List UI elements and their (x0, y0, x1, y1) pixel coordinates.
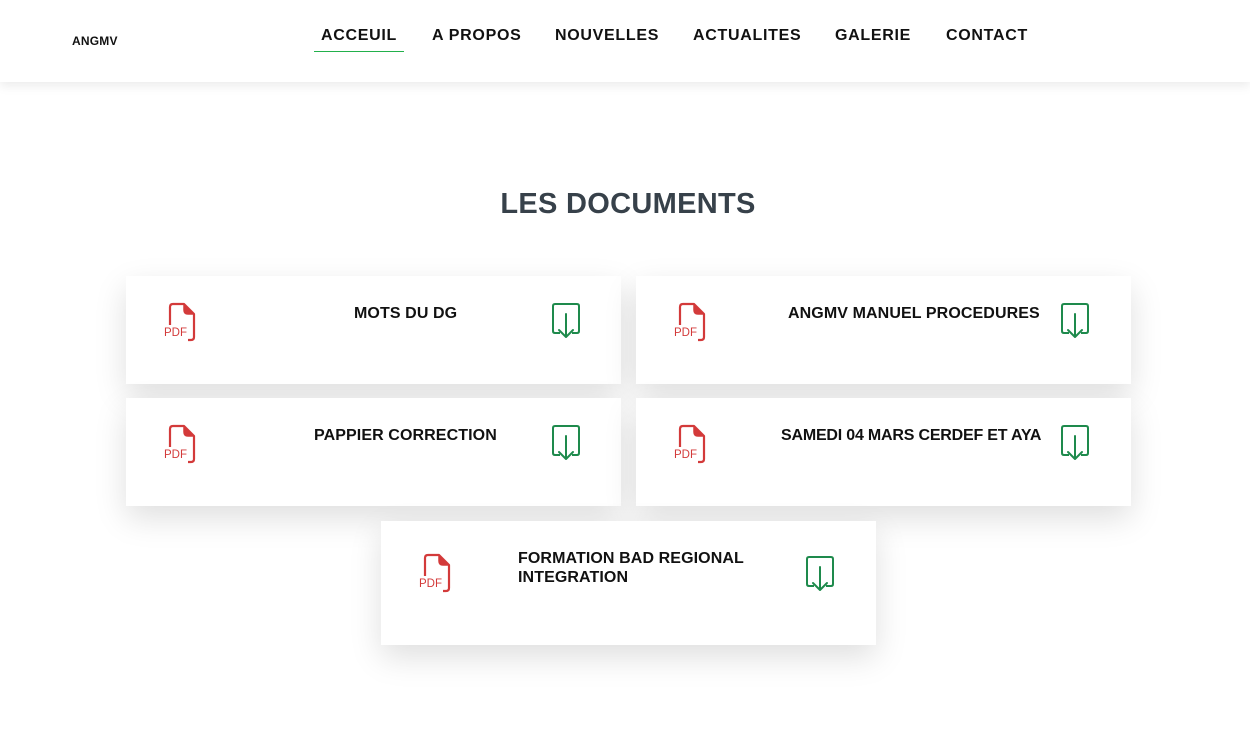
pdf-badge-text: PDF (164, 327, 187, 339)
download-icon[interactable] (551, 302, 581, 340)
pdf-file-icon: PDF (674, 424, 706, 464)
nav-item-nouvelles[interactable]: NOUVELLES (555, 26, 659, 53)
pdf-file-icon: PDF (419, 553, 451, 593)
nav-item-acceuil[interactable]: ACCEUIL (313, 26, 405, 53)
site-header: ANGMV ACCEUIL A PROPOS NOUVELLES ACTUALI… (0, 0, 1250, 82)
download-icon[interactable] (1060, 302, 1090, 340)
nav-item-actualites[interactable]: ACTUALITES (693, 26, 801, 53)
document-card: PDF MOTS DU DG (126, 276, 621, 384)
download-icon[interactable] (551, 424, 581, 462)
pdf-file-icon: PDF (164, 424, 196, 464)
section-title: LES DOCUMENTS (500, 188, 756, 220)
document-card: PDF PAPPIER CORRECTION (126, 398, 621, 506)
document-title: FORMATION BAD REGIONAL INTEGRATION (518, 550, 744, 586)
download-icon[interactable] (805, 555, 835, 593)
pdf-badge-text: PDF (674, 327, 697, 339)
nav-item-galerie[interactable]: GALERIE (835, 26, 911, 53)
nav-item-contact[interactable]: CONTACT (946, 26, 1028, 53)
pdf-badge-text: PDF (419, 578, 442, 590)
document-card: PDF ANGMV MANUEL PROCEDURES (636, 276, 1131, 384)
pdf-badge-text: PDF (674, 449, 697, 461)
pdf-badge-text: PDF (164, 449, 187, 461)
download-icon[interactable] (1060, 424, 1090, 462)
document-title: PAPPIER CORRECTION (314, 427, 497, 444)
document-card: PDF SAMEDI 04 MARS CERDEF ET AYA (636, 398, 1131, 506)
pdf-file-icon: PDF (164, 302, 196, 342)
document-title: SAMEDI 04 MARS CERDEF ET AYA (781, 427, 1042, 444)
document-card: PDF FORMATION BAD REGIONAL INTEGRATION (381, 521, 876, 645)
nav-item-a-propos[interactable]: A PROPOS (432, 26, 521, 53)
site-logo[interactable]: ANGMV (72, 34, 118, 48)
pdf-file-icon: PDF (674, 302, 706, 342)
document-title: MOTS DU DG (354, 305, 458, 322)
document-title: ANGMV MANUEL PROCEDURES (788, 305, 1040, 322)
